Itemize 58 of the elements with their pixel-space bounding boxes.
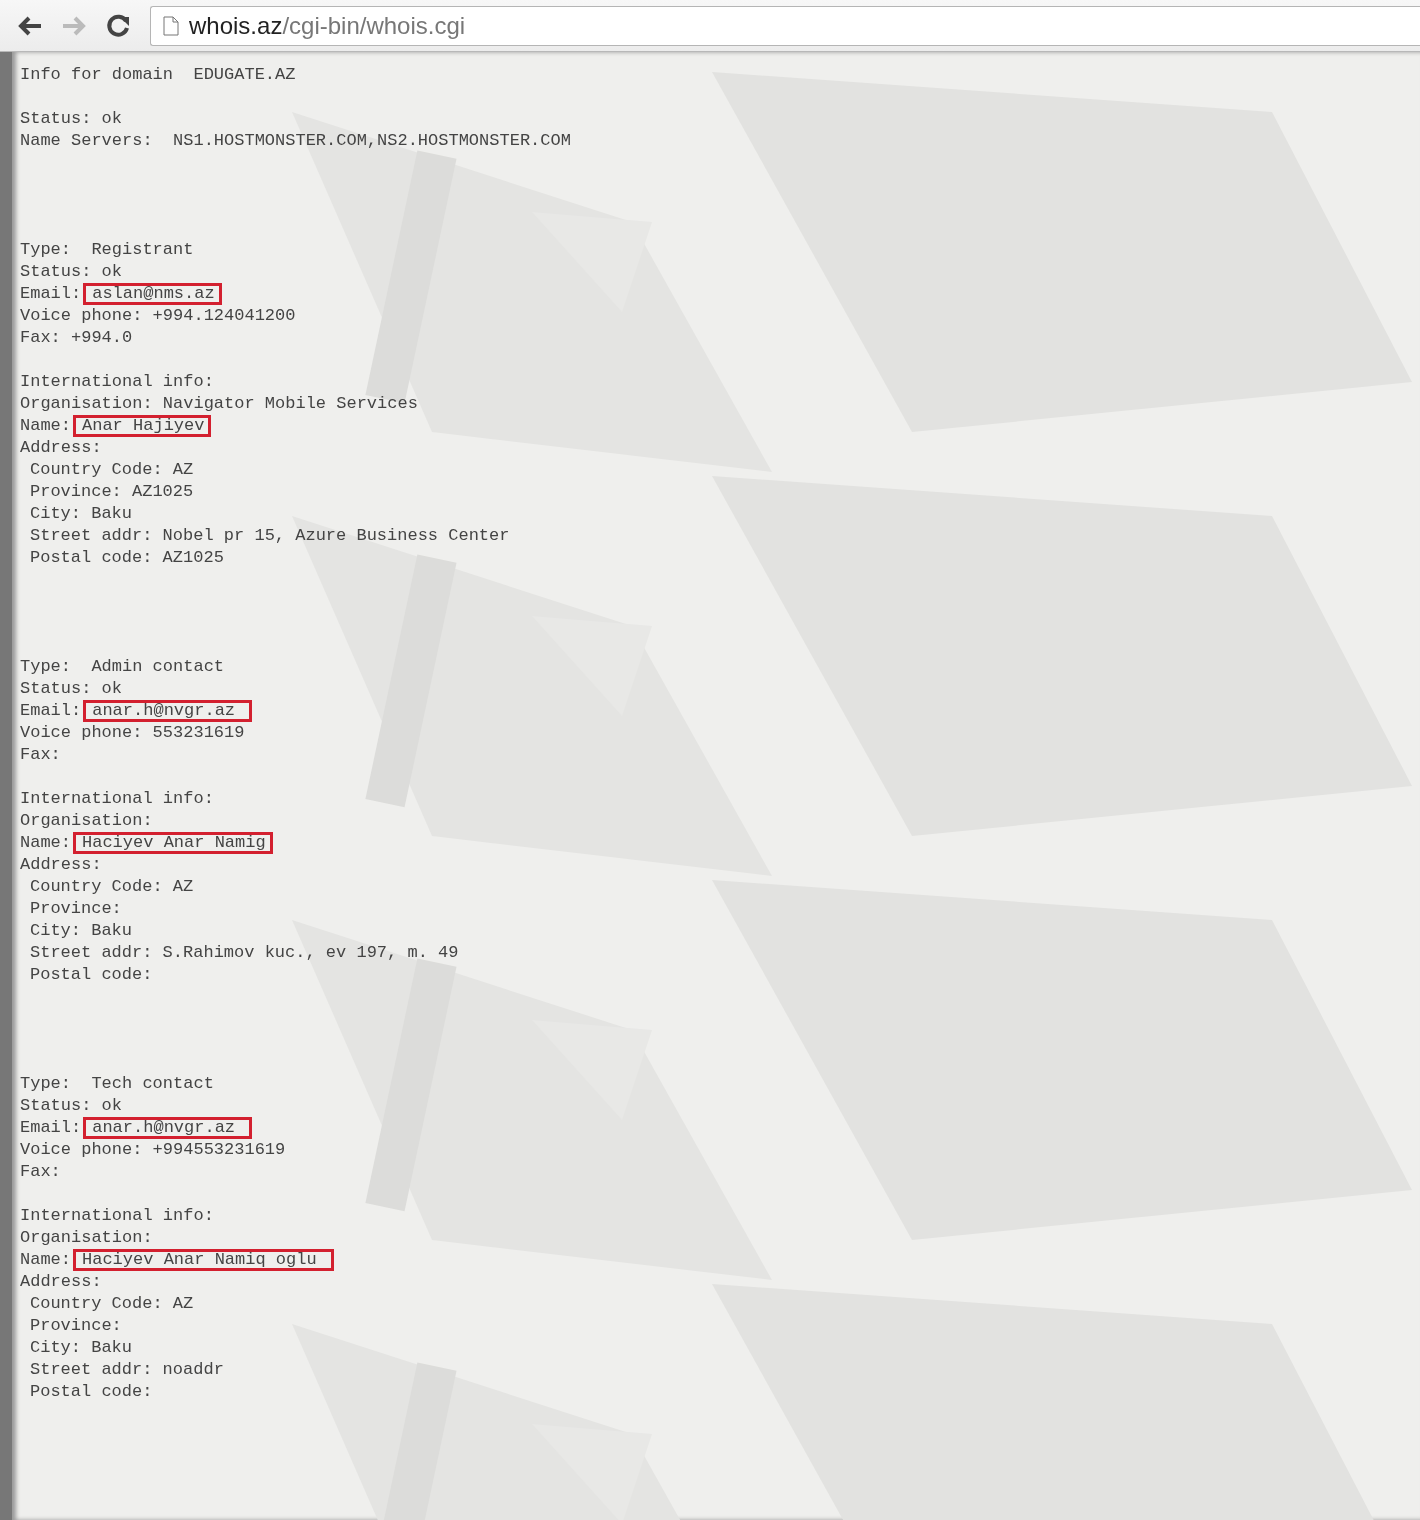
whois-line: City: Baku bbox=[30, 921, 133, 940]
highlighted-value: anar.h@nvgr.az bbox=[83, 700, 253, 722]
field-label: Email: bbox=[20, 284, 82, 303]
whois-line: Province: bbox=[30, 899, 122, 918]
back-arrow-icon bbox=[17, 14, 43, 37]
whois-line: Fax: bbox=[20, 1162, 61, 1181]
whois-line: Type: Admin contact bbox=[20, 657, 225, 676]
whois-line: Street addr: noaddr bbox=[30, 1360, 224, 1379]
field-label: Email: bbox=[20, 701, 82, 720]
whois-line: Status: ok bbox=[20, 109, 123, 128]
whois-line: Province: bbox=[30, 1316, 122, 1335]
whois-line: International info: bbox=[20, 1206, 214, 1225]
whois-line: Fax: bbox=[20, 745, 61, 764]
whois-line: Address: bbox=[20, 438, 102, 457]
whois-line: Postal code: AZ1025 bbox=[30, 548, 224, 567]
field-label: Email: bbox=[20, 1118, 82, 1137]
whois-line: Postal code: bbox=[30, 1382, 153, 1401]
whois-line: Country Code: AZ bbox=[30, 877, 194, 896]
field-label: Name: bbox=[20, 1250, 71, 1269]
whois-line: Address: bbox=[20, 1272, 102, 1291]
whois-line: Street addr: Nobel pr 15, Azure Business Center bbox=[30, 526, 510, 545]
highlighted-value: Haciyev Anar Namig bbox=[73, 832, 273, 854]
whois-line: Voice phone: +994.124041200 bbox=[20, 306, 296, 325]
whois-line: Type: Registrant bbox=[20, 240, 194, 259]
highlighted-value: Anar Hajiyev bbox=[73, 415, 212, 437]
whois-line: Status: ok bbox=[20, 262, 123, 281]
field-label: Name: bbox=[20, 416, 71, 435]
whois-line: Organisation: bbox=[20, 1228, 153, 1247]
whois-line: Fax: +994.0 bbox=[20, 328, 133, 347]
whois-line: International info: bbox=[20, 789, 214, 808]
whois-line: City: Baku bbox=[30, 1338, 133, 1357]
whois-line: Province: AZ1025 bbox=[30, 482, 194, 501]
highlighted-value: anar.h@nvgr.az bbox=[83, 1117, 253, 1139]
reload-icon bbox=[105, 12, 131, 39]
forward-arrow-icon bbox=[61, 14, 87, 37]
whois-line: Country Code: AZ bbox=[30, 1294, 194, 1313]
url-path: /cgi-bin/whois.cgi bbox=[282, 11, 466, 39]
whois-line: City: Baku bbox=[30, 504, 133, 523]
whois-line: Voice phone: +994553231619 bbox=[20, 1140, 286, 1159]
whois-line: Organisation: bbox=[20, 811, 153, 830]
whois-line: Organisation: Navigator Mobile Services bbox=[20, 394, 418, 413]
highlighted-value: aslan@nms.az bbox=[83, 283, 222, 305]
address-bar[interactable]: whois.az/cgi-bin/whois.cgi bbox=[150, 5, 1420, 46]
field-label: Name: bbox=[20, 833, 71, 852]
url-host: whois.az bbox=[189, 11, 283, 39]
whois-line: Status: ok bbox=[20, 1096, 123, 1115]
whois-line: Address: bbox=[20, 855, 102, 874]
page-icon bbox=[163, 15, 179, 36]
whois-line: Name Servers: NS1.HOSTMONSTER.COM,NS2.HOSTMONSTER.COM bbox=[20, 131, 571, 150]
whois-line: Country Code: AZ bbox=[30, 460, 194, 479]
whois-line: Info for domain EDUGATE.AZ bbox=[20, 65, 296, 84]
highlighted-value: Haciyev Anar Namiq oglu bbox=[73, 1249, 334, 1271]
whois-line: International info: bbox=[20, 372, 214, 391]
whois-line: Street addr: S.Rahimov kuc., ev 197, m. 49 bbox=[30, 943, 459, 962]
whois-line: Type: Tech contact bbox=[20, 1074, 214, 1093]
whois-line: Status: ok bbox=[20, 679, 123, 698]
whois-line: Voice phone: 553231619 bbox=[20, 723, 245, 742]
whois-line: Postal code: bbox=[30, 965, 153, 984]
